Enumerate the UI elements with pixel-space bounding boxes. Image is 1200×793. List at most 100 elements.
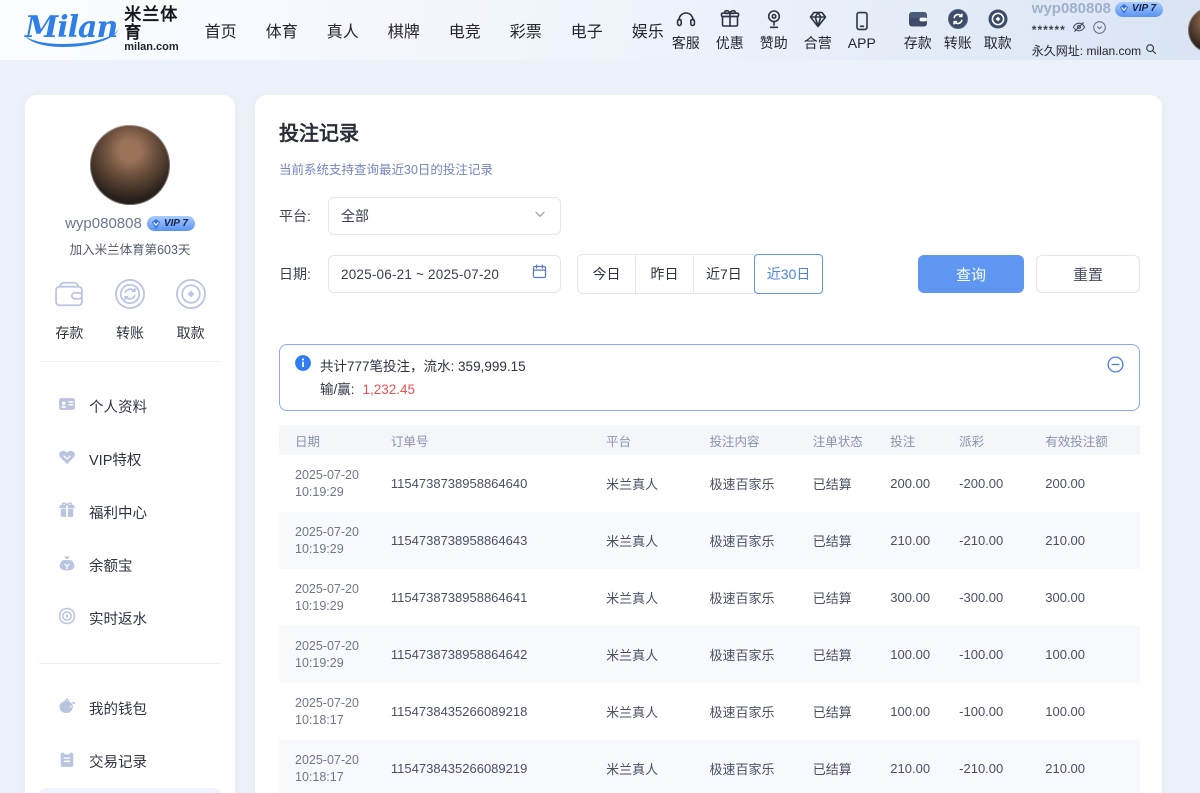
cell-bet-amount: 100.00 [890, 704, 959, 719]
cell-order-number: 1154738738958864642 [391, 647, 606, 662]
cell-status: 已结算 [813, 474, 890, 493]
nav-item[interactable]: 彩票 [510, 18, 542, 42]
nav-item[interactable]: 真人 [327, 18, 359, 42]
cell-status: 已结算 [813, 531, 890, 550]
avatar[interactable] [1188, 7, 1200, 53]
service-button[interactable]: 客服 [664, 7, 708, 53]
summary-turnover-value: 359,999.15 [458, 359, 526, 374]
cell-payout: -100.00 [959, 647, 1045, 662]
sidebar-deposit-label: 存款 [55, 323, 83, 343]
cell-bet-amount: 300.00 [890, 590, 959, 605]
cell-bet-amount: 210.00 [890, 533, 959, 548]
query-button[interactable]: 查询 [918, 255, 1024, 293]
nav-item[interactable]: 首页 [205, 18, 237, 42]
nav-item[interactable]: 体育 [266, 18, 298, 42]
sidebar-item-label: VIP特权 [89, 449, 141, 470]
cell-status: 已结算 [813, 588, 890, 607]
eye-off-icon[interactable] [1071, 19, 1087, 41]
sidebar-transfer-button[interactable]: 转账 [112, 276, 148, 343]
partner-button[interactable]: 合营 [796, 7, 840, 53]
sidebar-item-bet-records[interactable]: 投注记录 [37, 788, 223, 793]
quick-range-button[interactable]: 近7日 [693, 254, 755, 294]
transfer-icon [112, 276, 148, 317]
cell-date: 2025-07-2010:19:29 [279, 467, 391, 501]
cell-status: 已结算 [813, 645, 890, 664]
chevron-down-icon [532, 206, 548, 227]
sidebar-item-wallet[interactable]: 我的钱包 [25, 682, 235, 735]
quick-range-button[interactable]: 昨日 [635, 254, 694, 294]
logo-cn-text: 米兰体育 [124, 6, 178, 42]
quick-range-button[interactable]: 近30日 [754, 254, 824, 294]
collapse-icon[interactable] [1106, 355, 1125, 379]
sponsor-button[interactable]: 赞助 [752, 7, 796, 53]
promo-label: 优惠 [716, 33, 744, 53]
moneybag-icon [57, 553, 77, 578]
cell-valid-amount: 210.00 [1045, 761, 1140, 776]
sidebar-item-welfare[interactable]: 福利中心 [25, 486, 235, 539]
sidebar-withdraw-button[interactable]: 取款 [173, 276, 209, 343]
cell-valid-amount: 200.00 [1045, 476, 1140, 491]
date-label: 日期: [279, 264, 319, 284]
table-header-row: 日期订单号平台投注内容注单状态投注派彩有效投注额 [279, 425, 1140, 455]
withdraw-button[interactable]: 取款 [978, 7, 1018, 53]
sidebar-item-label: 个人资料 [89, 396, 147, 417]
nav-item[interactable]: 电竞 [449, 18, 481, 42]
cell-bet-amount: 210.00 [890, 761, 959, 776]
site-logo[interactable]: Milan 米兰体育 milan.com [25, 6, 179, 53]
promo-button[interactable]: 优惠 [708, 7, 752, 53]
table-row[interactable]: 2025-07-2010:19:29 1154738738958864642 米… [279, 626, 1140, 683]
nav-item[interactable]: 棋牌 [388, 18, 420, 42]
user-info-block: wyp080808 VIP 7 ****** 永久网址: milan.com [1032, 0, 1180, 60]
table-row[interactable]: 2025-07-2010:18:17 1154738435266089219 米… [279, 740, 1140, 793]
deposit-label: 存款 [904, 33, 932, 53]
cell-platform: 米兰真人 [606, 474, 709, 493]
quick-range-button[interactable]: 今日 [577, 254, 636, 294]
cell-bet-content: 极速百家乐 [709, 702, 812, 721]
divider [39, 361, 221, 362]
sidebar-item-transactions[interactable]: 交易记录 [25, 735, 235, 788]
vip-heart-icon [57, 447, 77, 472]
nav-item[interactable]: 娱乐 [632, 18, 664, 42]
joined-days-text: 加入米兰体育第603天 [25, 239, 235, 258]
table-row[interactable]: 2025-07-2010:19:29 1154738738958864641 米… [279, 569, 1140, 626]
cell-bet-amount: 100.00 [890, 647, 959, 662]
cell-date: 2025-07-2010:18:17 [279, 752, 391, 786]
cell-bet-amount: 200.00 [890, 476, 959, 491]
platform-value: 全部 [341, 206, 532, 226]
cell-bet-content: 极速百家乐 [709, 531, 812, 550]
sidebar-deposit-button[interactable]: 存款 [51, 276, 87, 343]
column-header: 平台 [606, 431, 709, 450]
sidebar-item-vip[interactable]: VIP特权 [25, 433, 235, 486]
cell-platform: 米兰真人 [606, 645, 709, 664]
cell-order-number: 1154738738958864643 [391, 533, 606, 548]
table-row[interactable]: 2025-07-2010:19:29 1154738738958864643 米… [279, 512, 1140, 569]
sidebar-username: wyp080808 [65, 215, 142, 232]
deposit-button[interactable]: 存款 [898, 7, 938, 53]
sidebar-item-rebate[interactable]: 实时返水 [25, 592, 235, 645]
chevron-circle-icon[interactable] [1092, 20, 1107, 41]
masked-balance-text: ****** [1032, 23, 1066, 38]
cell-order-number: 1154738738958864640 [391, 476, 606, 491]
date-range-input[interactable]: 2025-06-21 ~ 2025-07-20 [328, 255, 561, 293]
sidebar-item-yuebao[interactable]: 余额宝 [25, 539, 235, 592]
gift-icon [718, 7, 742, 31]
reset-button[interactable]: 重置 [1036, 255, 1140, 293]
cell-order-number: 1154738435266089219 [391, 761, 606, 776]
column-header: 注单状态 [813, 431, 890, 450]
nav-item[interactable]: 电子 [571, 18, 603, 42]
main-nav: 首页 体育 真人 棋牌 电竞 彩票 电子 娱乐 [205, 18, 664, 42]
transfer-button[interactable]: 转账 [938, 7, 978, 53]
site-url-text: milan.com [1086, 44, 1141, 59]
platform-select[interactable]: 全部 [328, 197, 561, 235]
cell-payout: -210.00 [959, 761, 1045, 776]
platform-label: 平台: [279, 206, 319, 226]
magnifier-icon[interactable] [1144, 42, 1158, 60]
transfer-label: 转账 [944, 33, 972, 53]
avatar[interactable] [90, 125, 170, 205]
platform-filter-row: 平台: 全部 [279, 197, 1140, 235]
app-button[interactable]: APP [840, 9, 884, 51]
sidebar-item-profile[interactable]: 个人资料 [25, 380, 235, 433]
summary-count-text: 共计777笔投注，流水: 359,999.15 [320, 356, 526, 378]
table-row[interactable]: 2025-07-2010:19:29 1154738738958864640 米… [279, 455, 1140, 512]
table-row[interactable]: 2025-07-2010:18:17 1154738435266089218 米… [279, 683, 1140, 740]
